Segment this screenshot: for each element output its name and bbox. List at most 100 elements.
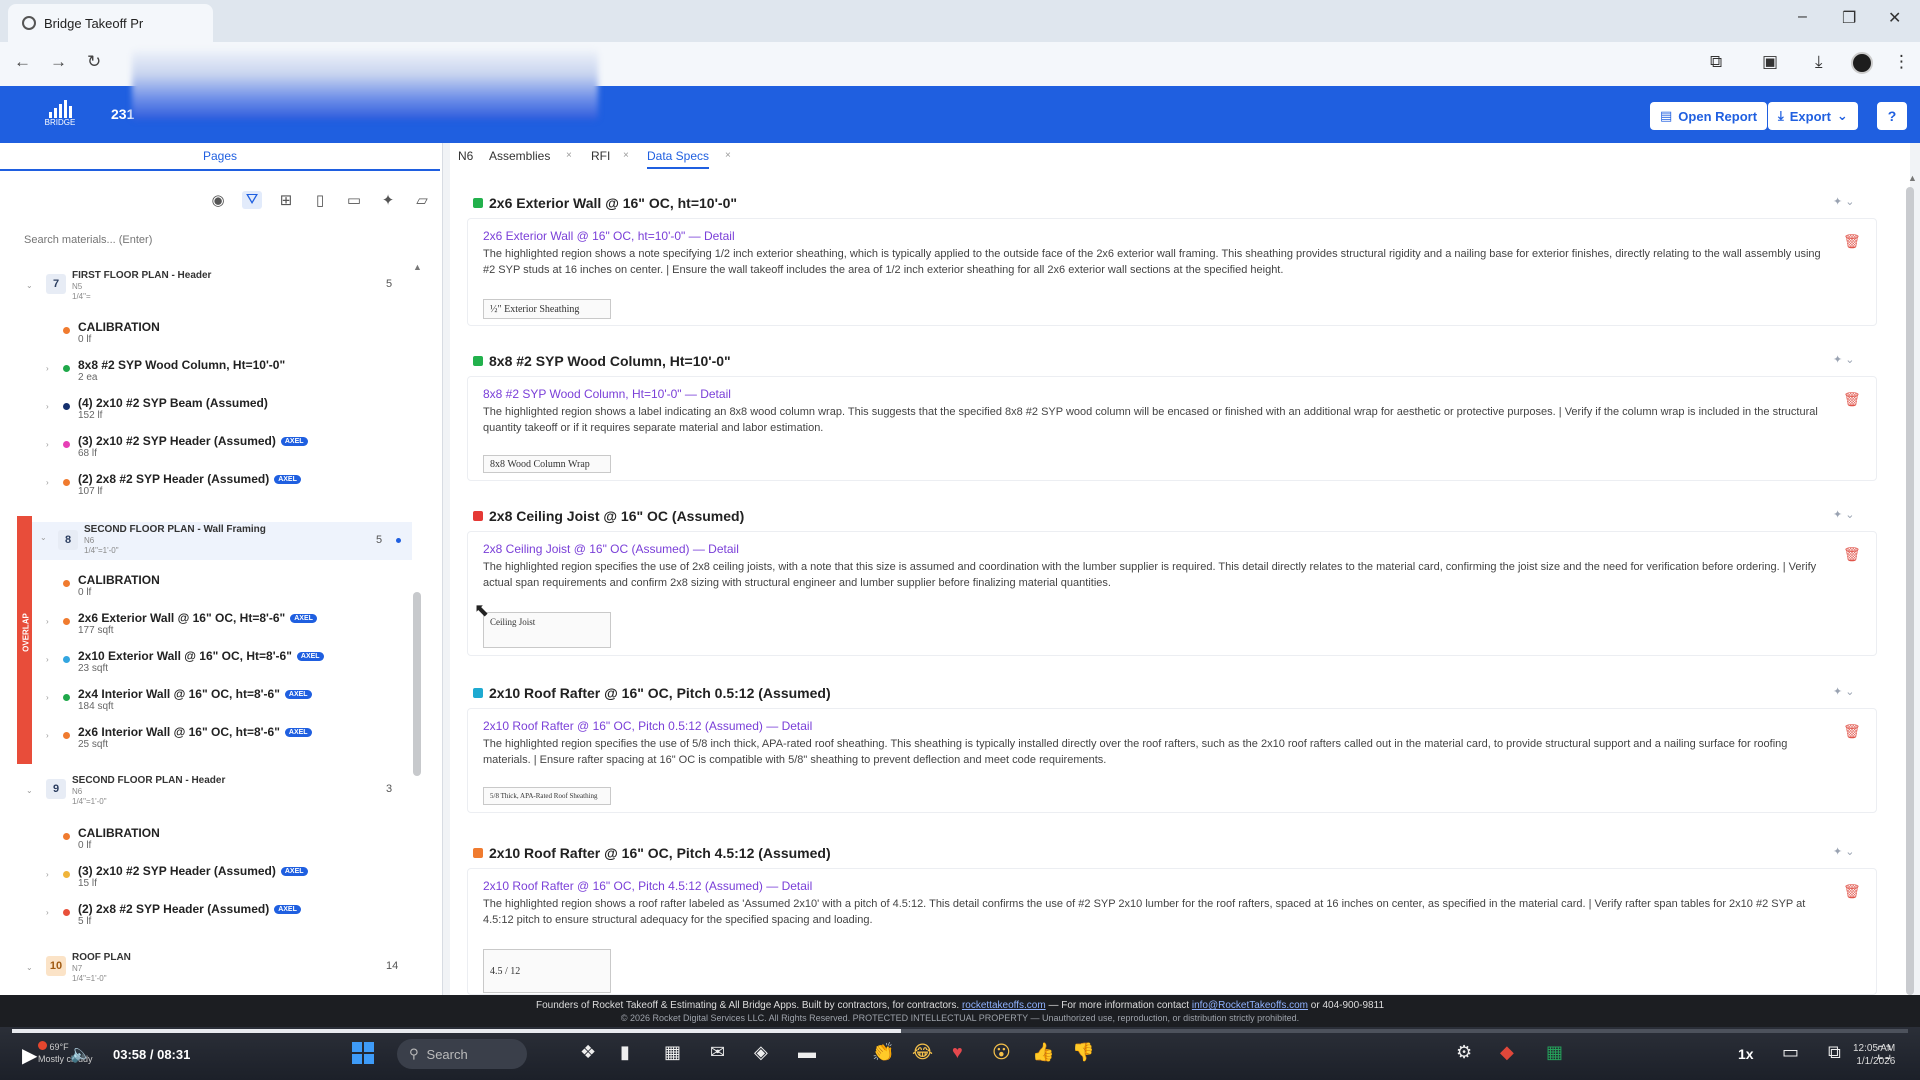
spec-card-header[interactable]: 2x10 Roof Rafter @ 16" OC, Pitch 0.5:12 …: [467, 680, 1877, 708]
windows-start-icon[interactable]: [352, 1042, 374, 1064]
trash-icon[interactable]: 🗑: [1843, 391, 1861, 408]
folder-icon[interactable]: ▱: [412, 191, 432, 209]
chevron-down-icon[interactable]: ⌄: [1845, 354, 1854, 366]
chevron-right-icon[interactable]: ›: [46, 440, 49, 449]
browser-tab[interactable]: Bridge Takeoff Pr: [8, 4, 213, 42]
restore-icon[interactable]: ❐: [1842, 8, 1856, 28]
page-row-8[interactable]: ⌄ 8 SECOND FLOOR PLAN - Wall Framing N6 …: [32, 522, 412, 560]
detail-thumbnail[interactable]: ½" Exterior Sheathing: [483, 299, 611, 319]
ai-sparkle-icon[interactable]: ✦: [378, 191, 398, 209]
detail-thumbnail[interactable]: 4.5 / 12: [483, 949, 611, 993]
chevron-down-icon[interactable]: ⌄: [1845, 509, 1854, 521]
volume-icon[interactable]: 🔈: [70, 1044, 91, 1064]
extensions-icon[interactable]: ⧉: [1710, 52, 1722, 72]
data-specs-scrollbar[interactable]: [1906, 187, 1914, 995]
document-icon[interactable]: ▯: [310, 191, 330, 209]
wow-reaction-icon[interactable]: 😮: [992, 1042, 1011, 1063]
help-button[interactable]: ?: [1877, 102, 1907, 130]
grid-icon[interactable]: ⊞: [276, 191, 296, 209]
taskbar-search[interactable]: ⚲ Search: [397, 1039, 527, 1069]
trash-icon[interactable]: 🗑: [1843, 233, 1861, 250]
chevron-right-icon[interactable]: ›: [46, 655, 49, 664]
settings-gear-icon[interactable]: ⚙: [1456, 1042, 1472, 1063]
detail-title[interactable]: 2x8 Ceiling Joist @ 16" OC (Assumed) — D…: [483, 542, 739, 556]
tab-n6[interactable]: N6: [458, 149, 473, 163]
search-materials-input[interactable]: [16, 227, 424, 253]
profile-avatar[interactable]: [1851, 52, 1873, 74]
reload-icon[interactable]: ↻: [87, 52, 101, 72]
chevron-down-icon[interactable]: ⌄: [26, 963, 33, 972]
chevron-down-icon[interactable]: ⌄: [1845, 196, 1854, 208]
detail-title[interactable]: 2x10 Roof Rafter @ 16" OC, Pitch 0.5:12 …: [483, 719, 812, 733]
excel-icon[interactable]: ▦: [1546, 1042, 1563, 1063]
heart-reaction-icon[interactable]: ♥: [952, 1042, 963, 1063]
chevron-down-icon[interactable]: ⌄: [26, 786, 33, 795]
tab-assemblies[interactable]: Assemblies: [489, 149, 550, 163]
close-tab-icon[interactable]: ×: [623, 150, 629, 161]
theater-mode-icon[interactable]: ▭: [1782, 1042, 1799, 1063]
ai-sparkle-icon[interactable]: ✦: [1833, 354, 1842, 366]
page-row-10[interactable]: ⌄ 10 ROOF PLAN N7 1/4"=1'-0" 14: [26, 952, 416, 986]
copilot-icon[interactable]: ◈: [754, 1042, 768, 1063]
ai-sparkle-icon[interactable]: ✦: [1833, 686, 1842, 698]
tab-rfi[interactable]: RFI: [591, 149, 610, 163]
play-icon[interactable]: ▶: [22, 1043, 37, 1068]
export-button[interactable]: ⤓ Export ⌄: [1768, 102, 1858, 130]
chevron-right-icon[interactable]: ›: [46, 693, 49, 702]
detail-thumbnail[interactable]: Ceiling Joist: [483, 612, 611, 648]
chevron-right-icon[interactable]: ›: [46, 870, 49, 879]
close-window-icon[interactable]: ✕: [1888, 8, 1901, 28]
spec-card-header[interactable]: 8x8 #2 SYP Wood Column, Ht=10'-0" ✦ ⌄: [467, 348, 1877, 376]
detail-title[interactable]: 8x8 #2 SYP Wood Column, Ht=10'-0" — Deta…: [483, 387, 731, 401]
page-row-9[interactable]: ⌄ 9 SECOND FLOOR PLAN - Header N6 1/4"=1…: [26, 775, 416, 809]
trash-icon[interactable]: 🗑: [1843, 546, 1861, 563]
scroll-up-icon[interactable]: ▲: [1908, 173, 1917, 183]
playback-speed[interactable]: 1x: [1738, 1046, 1754, 1062]
cast-icon[interactable]: ▣: [1762, 52, 1778, 72]
close-tab-icon[interactable]: ×: [725, 150, 731, 161]
chevron-right-icon[interactable]: ›: [46, 364, 49, 373]
clap-reaction-icon[interactable]: 👏: [872, 1042, 894, 1063]
ai-sparkle-icon[interactable]: ✦: [1833, 846, 1842, 858]
download-icon[interactable]: ⤓: [1815, 52, 1823, 72]
file-explorer-icon[interactable]: ▬: [798, 1042, 816, 1063]
minimize-icon[interactable]: –: [1798, 8, 1807, 26]
mail-icon[interactable]: ✉: [710, 1042, 725, 1063]
pages-scrollbar[interactable]: [413, 592, 421, 776]
video-progress-bar[interactable]: [12, 1029, 1908, 1033]
chevron-down-icon[interactable]: ⌄: [1845, 686, 1854, 698]
thumbs-down-reaction-icon[interactable]: 👎: [1072, 1042, 1094, 1063]
thumbs-up-reaction-icon[interactable]: 👍: [1032, 1042, 1054, 1063]
detail-thumbnail[interactable]: 8x8 Wood Column Wrap: [483, 455, 611, 473]
browser-menu-icon[interactable]: ⋮: [1893, 52, 1910, 72]
tab-data-specs[interactable]: Data Specs: [647, 149, 710, 169]
tab-pages[interactable]: Pages: [0, 143, 440, 171]
picture-in-picture-icon[interactable]: ⧉: [1828, 1042, 1841, 1063]
detail-thumbnail[interactable]: 5/8 Thick, APA-Rated Roof Sheathing: [483, 787, 611, 805]
calculator-icon[interactable]: ▦: [664, 1042, 681, 1063]
spec-card-header[interactable]: 2x8 Ceiling Joist @ 16" OC (Assumed) ✦ ⌄: [467, 503, 1877, 531]
chevron-right-icon[interactable]: ›: [46, 402, 49, 411]
taskview-icon[interactable]: ▮: [620, 1042, 630, 1063]
email-link[interactable]: info@RocketTakeoffs.com: [1192, 1000, 1308, 1011]
laugh-reaction-icon[interactable]: 😂: [912, 1042, 933, 1063]
chevron-down-icon[interactable]: ⌄: [1845, 846, 1854, 858]
back-icon[interactable]: ←: [14, 52, 31, 72]
ai-sparkle-icon[interactable]: ✦: [1833, 196, 1842, 208]
fullscreen-icon[interactable]: ⛶: [1878, 1043, 1891, 1064]
acrobat-icon[interactable]: ◆: [1500, 1042, 1514, 1063]
comment-icon[interactable]: ▭: [344, 191, 364, 209]
chevron-right-icon[interactable]: ›: [46, 731, 49, 740]
detail-title[interactable]: 2x6 Exterior Wall @ 16" OC, ht=10'-0" — …: [483, 229, 735, 243]
chevron-right-icon[interactable]: ›: [46, 617, 49, 626]
spec-card-header[interactable]: 2x10 Roof Rafter @ 16" OC, Pitch 4.5:12 …: [467, 840, 1877, 868]
website-link[interactable]: rockettakeoffs.com: [962, 1000, 1046, 1011]
widget-icon[interactable]: ❖: [580, 1042, 596, 1063]
page-row-7[interactable]: ⌄ 7 FIRST FLOOR PLAN - Header N5 1/4"= 5: [26, 270, 416, 304]
chevron-down-icon[interactable]: ⌄: [40, 533, 47, 542]
chevron-right-icon[interactable]: ›: [46, 478, 49, 487]
spec-card-header[interactable]: 2x6 Exterior Wall @ 16" OC, ht=10'-0" ✦ …: [467, 190, 1877, 218]
close-tab-icon[interactable]: ×: [566, 150, 572, 161]
visibility-icon[interactable]: ◉: [208, 191, 228, 209]
open-report-button[interactable]: ▤ Open Report: [1650, 102, 1768, 130]
